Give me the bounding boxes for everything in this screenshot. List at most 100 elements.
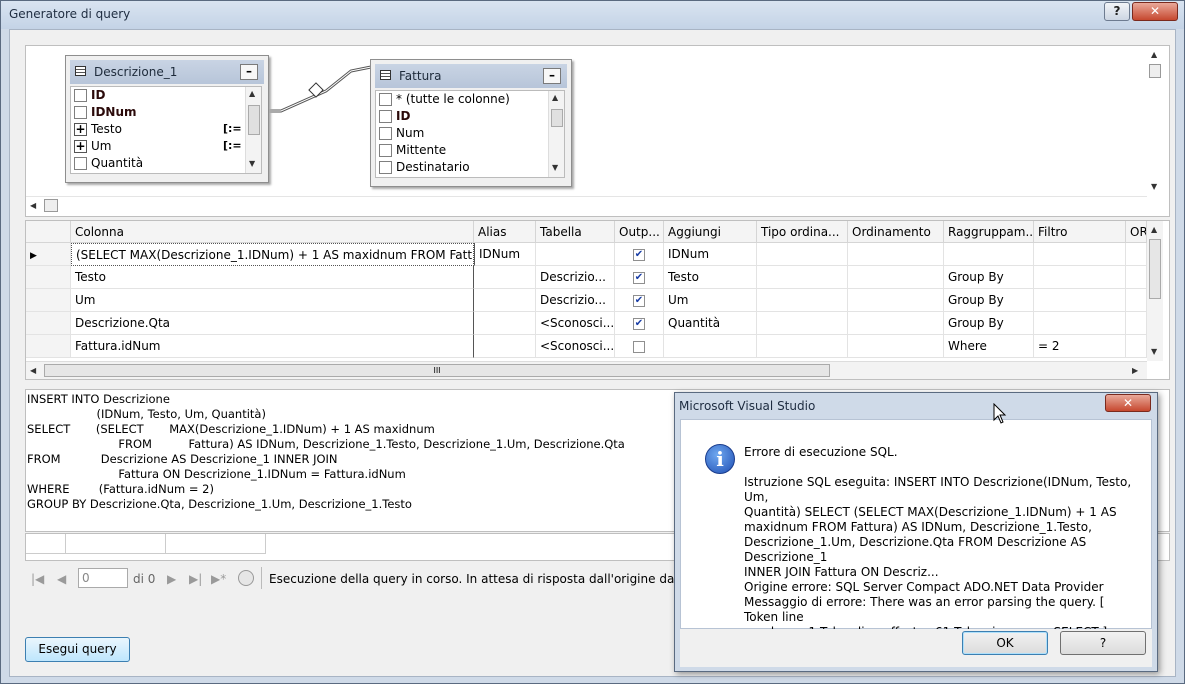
record-input[interactable]: 0 — [78, 568, 128, 588]
cell-raggruppamento[interactable]: Where — [944, 335, 1034, 358]
checkbox[interactable] — [74, 106, 87, 119]
scroll-thumb[interactable] — [551, 109, 563, 127]
row-selector[interactable] — [26, 266, 71, 289]
cell-output[interactable]: ✔ — [615, 289, 664, 312]
output-checkbox[interactable]: ✔ — [633, 249, 645, 261]
checkbox[interactable] — [379, 110, 392, 123]
cell-tipo-ordinamento[interactable] — [757, 266, 848, 289]
column-item[interactable]: Num — [376, 125, 564, 142]
cell-output[interactable] — [615, 335, 664, 358]
cell-output[interactable]: ✔ — [615, 243, 664, 266]
cell-colonna[interactable]: (SELECT MAX(Descrizione_1.IDNum) + 1 AS … — [71, 243, 474, 266]
cell-filtro[interactable] — [1034, 312, 1126, 335]
cell-alias[interactable] — [474, 335, 536, 358]
header-filtro[interactable]: Filtro — [1034, 221, 1126, 243]
ok-button[interactable]: OK — [962, 631, 1048, 655]
header-aggiungi[interactable]: Aggiungi — [664, 221, 757, 243]
run-query-button[interactable]: Esegui query — [25, 637, 130, 662]
cell-output[interactable]: ✔ — [615, 266, 664, 289]
cell-or[interactable] — [1126, 266, 1147, 289]
header-tipo-ordinamento[interactable]: Tipo ordina... — [757, 221, 848, 243]
header-or[interactable]: OR — [1126, 221, 1147, 243]
cell-tipo-ordinamento[interactable] — [757, 312, 848, 335]
cell-colonna[interactable]: Fattura.idNum — [71, 335, 474, 358]
title-bar[interactable]: Generatore di query ? ✕ — [1, 1, 1184, 29]
table-descrizione-1[interactable]: Descrizione_1 – ID IDNum + Testo [:= + Um [:… — [65, 55, 269, 183]
scroll-thumb[interactable] — [44, 199, 58, 212]
cell-or[interactable] — [1126, 312, 1147, 335]
scroll-right-icon[interactable]: ▶ — [1132, 366, 1138, 375]
cell-alias[interactable]: IDNum — [474, 243, 536, 266]
scroll-thumb[interactable] — [1149, 239, 1161, 299]
header-ordinamento[interactable]: Ordinamento — [848, 221, 944, 243]
output-checkbox[interactable]: ✔ — [633, 272, 645, 284]
scroll-thumb[interactable] — [1149, 64, 1161, 78]
expand-icon[interactable]: + — [74, 123, 87, 136]
checkbox[interactable] — [379, 144, 392, 157]
cell-alias[interactable] — [474, 266, 536, 289]
vertical-scrollbar[interactable]: ▲ ▼ — [245, 87, 261, 173]
cell-aggiungi[interactable]: Testo — [664, 266, 757, 289]
cell-filtro[interactable] — [1034, 243, 1126, 266]
scroll-down-icon[interactable]: ▼ — [1151, 182, 1157, 191]
column-item[interactable]: Quantità — [71, 155, 261, 172]
cell-colonna[interactable]: Testo — [71, 266, 474, 289]
scroll-down-icon[interactable]: ▼ — [1151, 347, 1157, 356]
diagram-vertical-scrollbar[interactable]: ▲ ▼ — [1147, 46, 1163, 196]
header-colonna[interactable]: Colonna — [71, 221, 474, 243]
cell-ordinamento[interactable] — [848, 335, 944, 358]
cell-filtro[interactable] — [1034, 289, 1126, 312]
dialog-close-button[interactable]: ✕ — [1105, 394, 1151, 412]
cell-aggiungi[interactable]: Um — [664, 289, 757, 312]
cell-tabella[interactable]: <Sconosci... — [536, 312, 615, 335]
column-item[interactable]: ID — [376, 108, 564, 125]
checkbox[interactable] — [379, 161, 392, 174]
scroll-thumb[interactable] — [248, 105, 260, 135]
checkbox[interactable] — [74, 157, 87, 170]
scroll-down-icon[interactable]: ▼ — [249, 159, 255, 168]
scroll-up-icon[interactable]: ▲ — [249, 89, 255, 98]
column-item[interactable]: ID — [71, 87, 261, 104]
row-selector[interactable]: ▶ — [26, 243, 71, 266]
grid-vertical-scrollbar[interactable]: ▲ ▼ — [1147, 221, 1163, 361]
cell-filtro[interactable] — [1034, 266, 1126, 289]
checkbox[interactable] — [74, 89, 87, 102]
diagram-pane[interactable]: Descrizione_1 – ID IDNum + Testo [:= + Um [:… — [25, 45, 1170, 217]
help-button[interactable]: ? — [1060, 631, 1146, 655]
next-record-icon[interactable]: ▶ — [167, 572, 176, 586]
cell-raggruppamento[interactable]: Group By — [944, 312, 1034, 335]
checkbox[interactable] — [379, 93, 392, 106]
checkbox[interactable] — [379, 127, 392, 140]
cell-filtro[interactable]: = 2 — [1034, 335, 1126, 358]
header-output[interactable]: Outp... — [615, 221, 664, 243]
cell-tipo-ordinamento[interactable] — [757, 335, 848, 358]
previous-record-icon[interactable]: ◀ — [57, 572, 66, 586]
column-item[interactable]: IDNum — [71, 104, 261, 121]
cell-raggruppamento[interactable]: Group By — [944, 266, 1034, 289]
row-selector[interactable] — [26, 312, 71, 335]
cell-ordinamento[interactable] — [848, 312, 944, 335]
scroll-down-icon[interactable]: ▼ — [552, 163, 558, 172]
cell-alias[interactable] — [474, 312, 536, 335]
header-tabella[interactable]: Tabella — [536, 221, 615, 243]
diagram-horizontal-scrollbar[interactable]: ◀ — [26, 196, 1147, 214]
cell-or[interactable] — [1126, 289, 1147, 312]
cell-aggiungi[interactable] — [664, 335, 757, 358]
header-raggruppamento[interactable]: Raggruppam... — [944, 221, 1034, 243]
close-button[interactable]: ✕ — [1132, 2, 1178, 21]
scroll-up-icon[interactable]: ▲ — [552, 93, 558, 102]
cell-tipo-ordinamento[interactable] — [757, 289, 848, 312]
cell-tabella[interactable] — [536, 243, 615, 266]
column-item[interactable]: + Testo [:= — [71, 121, 261, 138]
cell-or[interactable] — [1126, 243, 1147, 266]
cell-tabella[interactable]: Descrizio... — [536, 289, 615, 312]
cell-ordinamento[interactable] — [848, 289, 944, 312]
row-selector[interactable] — [26, 335, 71, 358]
output-checkbox[interactable] — [633, 341, 645, 353]
grid-horizontal-scrollbar[interactable]: ◀ III ▶ — [26, 361, 1147, 379]
cell-aggiungi[interactable]: IDNum — [664, 243, 757, 266]
new-record-icon[interactable]: ▶* — [211, 572, 226, 586]
cell-ordinamento[interactable] — [848, 266, 944, 289]
cell-tabella[interactable]: Descrizio... — [536, 266, 615, 289]
table-fattura[interactable]: Fattura – * (tutte le colonne) ID Num Mi… — [370, 59, 572, 187]
